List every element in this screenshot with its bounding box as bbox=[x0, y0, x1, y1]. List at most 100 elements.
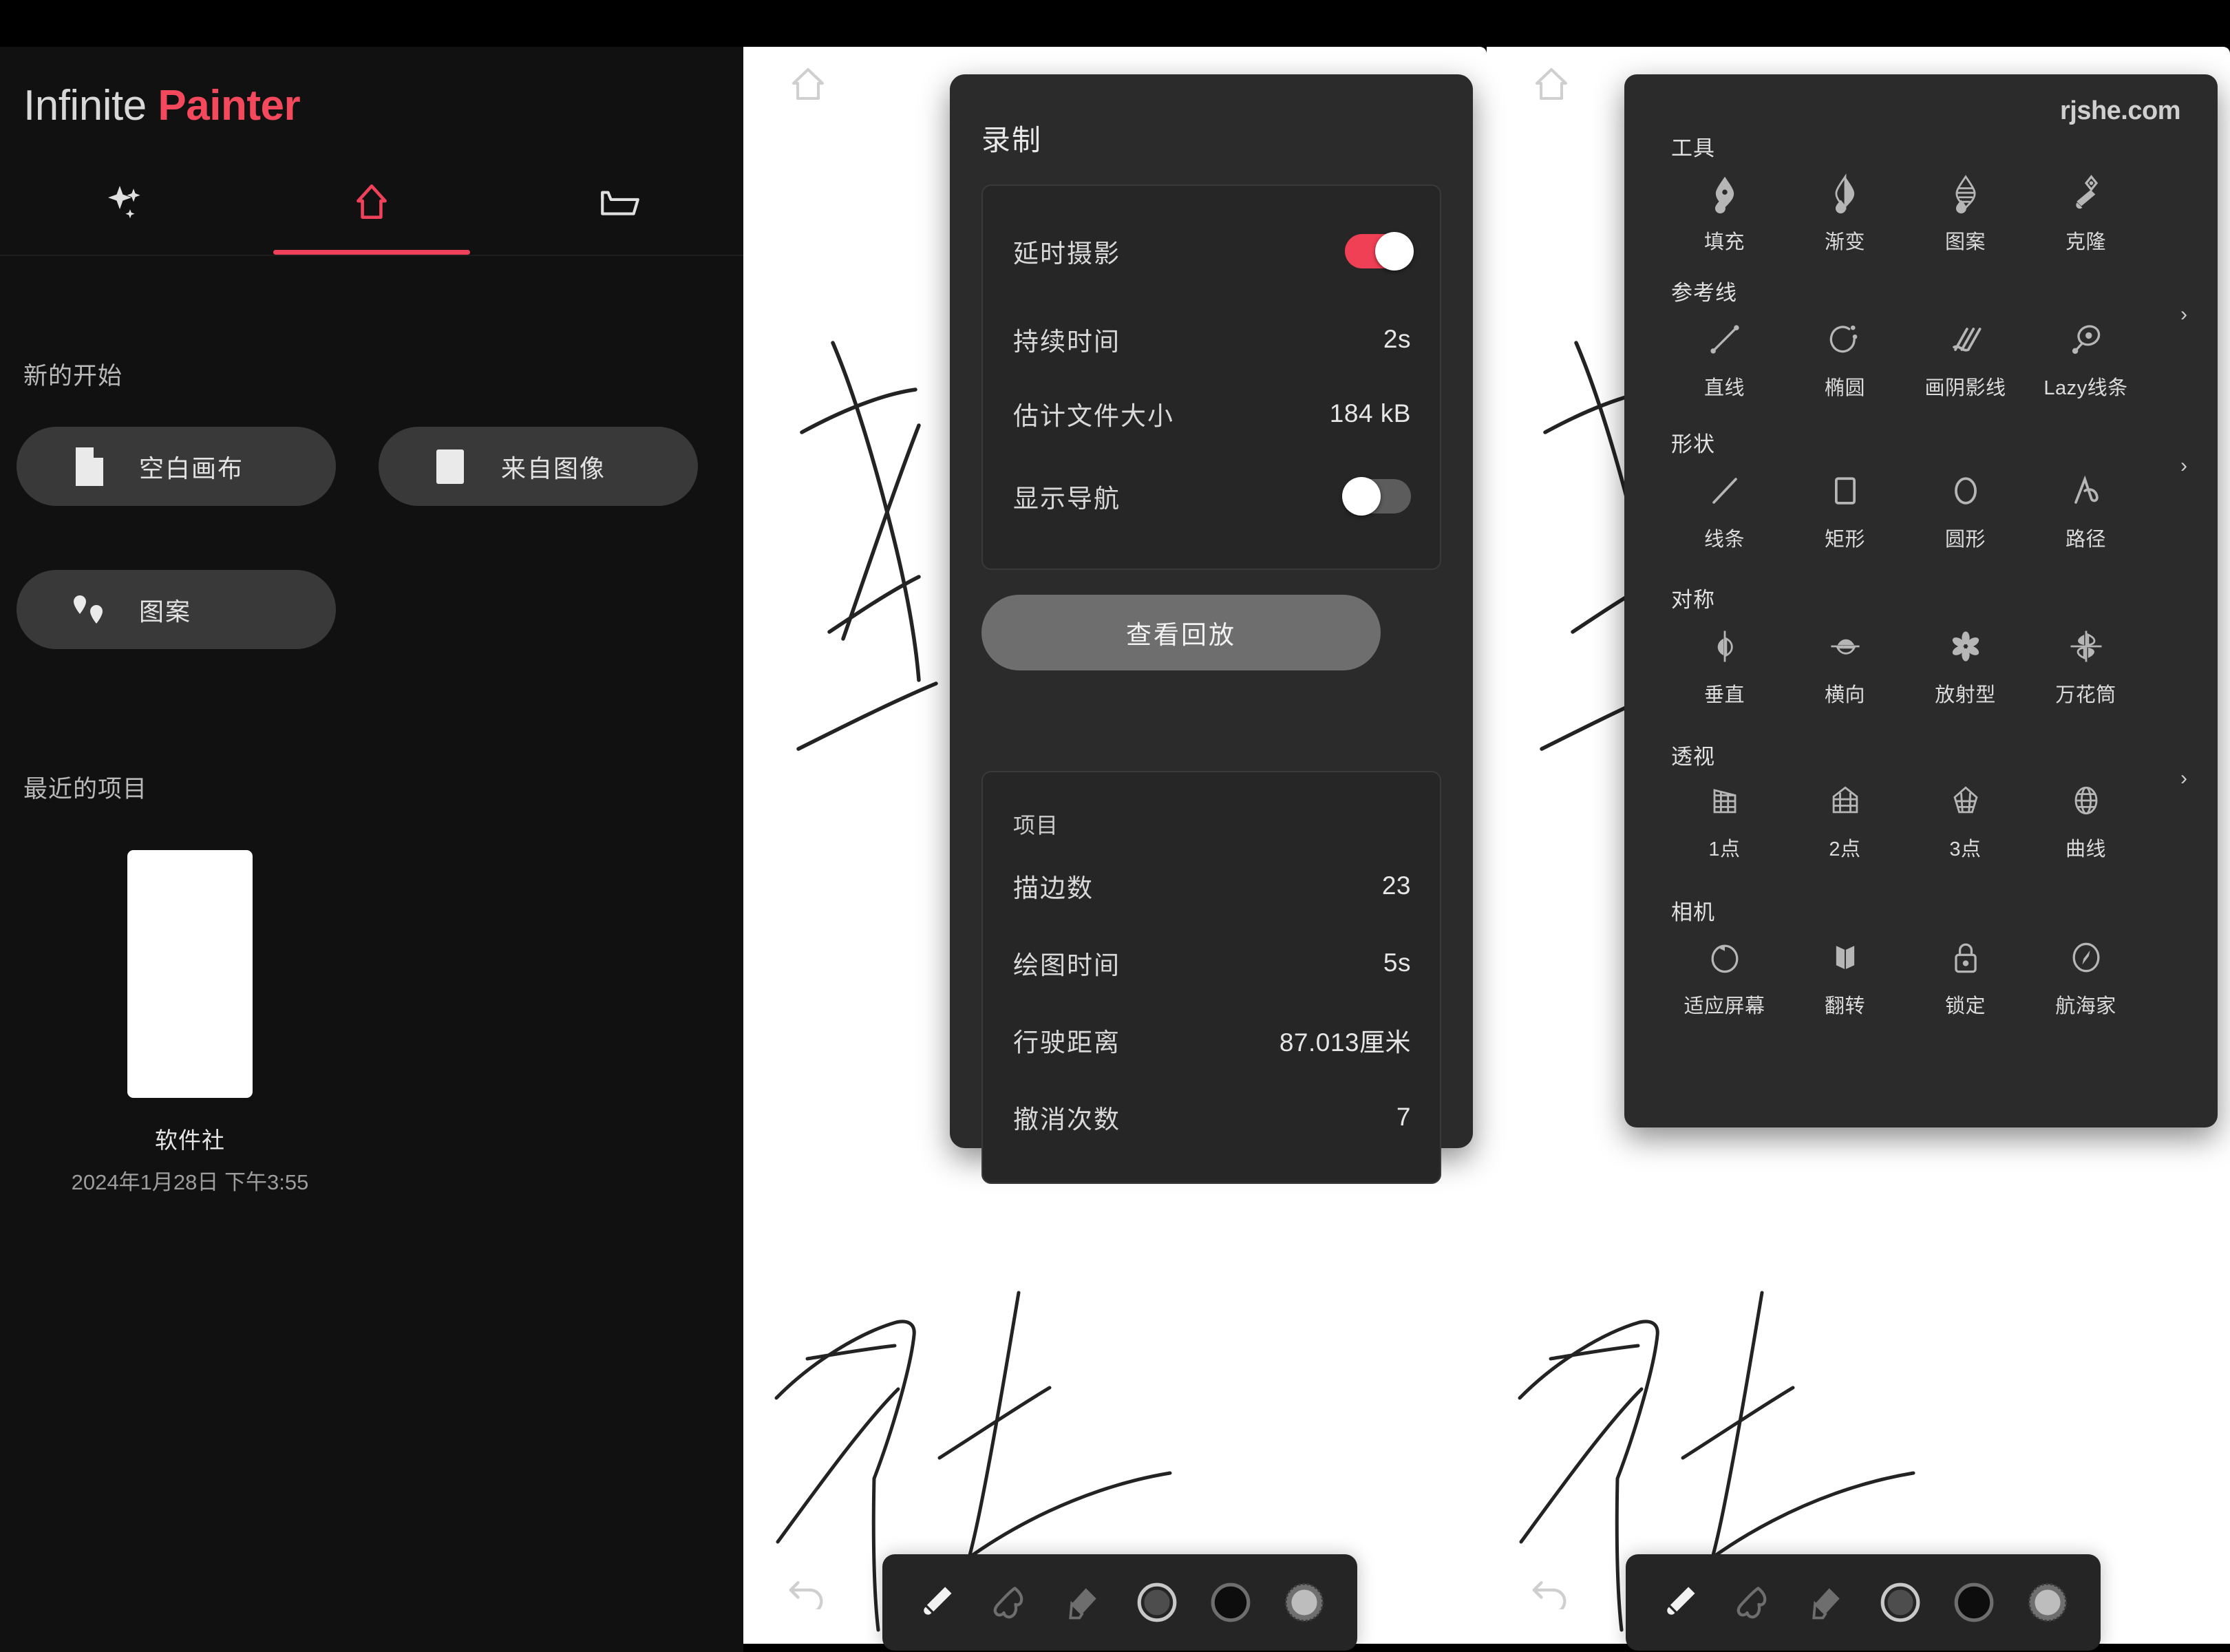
blank-canvas-button[interactable]: 空白画布 bbox=[17, 427, 336, 506]
toggle-knob bbox=[1375, 232, 1414, 271]
color-swatch-icon[interactable] bbox=[1937, 1554, 2010, 1651]
perspective-1pt[interactable]: 1点 bbox=[1664, 778, 1785, 862]
shape-path[interactable]: 路径 bbox=[2026, 468, 2146, 552]
chevron-right-icon[interactable]: › bbox=[2180, 454, 2187, 478]
tool-gradient[interactable]: 渐变 bbox=[1785, 171, 1905, 255]
undo-arrow-icon[interactable] bbox=[1529, 1567, 1572, 1609]
perspective-curve-icon bbox=[2063, 778, 2109, 823]
toggle-knob bbox=[1342, 477, 1381, 516]
symmetry-vertical[interactable]: 垂直 bbox=[1664, 624, 1785, 708]
tool-label: 圆形 bbox=[1944, 529, 1986, 551]
hatching-icon bbox=[1943, 317, 1988, 362]
lock-icon bbox=[1943, 935, 1988, 980]
home-outline-icon[interactable] bbox=[1529, 62, 1573, 106]
tool-clone[interactable]: 克隆 bbox=[2026, 171, 2146, 255]
perspective-3pt[interactable]: 3点 bbox=[1905, 778, 2026, 862]
timelapse-toggle[interactable] bbox=[1345, 232, 1414, 271]
chevron-right-icon[interactable]: › bbox=[2180, 303, 2187, 326]
symmetry-section-heading: 对称 bbox=[1671, 588, 1715, 612]
tab-discover[interactable] bbox=[0, 165, 248, 255]
pattern-button[interactable]: 图案 bbox=[17, 570, 336, 649]
project-stats-heading: 项目 bbox=[1013, 813, 1059, 838]
symmetry-horizontal[interactable]: 横向 bbox=[1785, 624, 1905, 708]
eraser-icon[interactable] bbox=[1046, 1554, 1120, 1651]
guides-section-grid: 直线 椭圆 画阴影线 Lazy线条 bbox=[1664, 317, 2146, 401]
timelapse-row[interactable]: 延时摄影 bbox=[1013, 232, 1414, 271]
canvas-topstrip-right bbox=[1487, 0, 2230, 47]
symmetry-section-grid: 垂直 横向 放射型 万花筒 bbox=[1664, 624, 2146, 708]
tool-label: 曲线 bbox=[2065, 838, 2106, 860]
shape-circle[interactable]: 圆形 bbox=[1905, 468, 2026, 552]
camera-flip[interactable]: 翻转 bbox=[1785, 935, 1905, 1019]
guide-ellipse[interactable]: 椭圆 bbox=[1785, 317, 1905, 401]
perspective-curve[interactable]: 曲线 bbox=[2026, 778, 2146, 862]
tool-pattern[interactable]: 图案 bbox=[1905, 171, 2026, 255]
tool-dock-left[interactable] bbox=[882, 1554, 1357, 1651]
brush-size-icon[interactable] bbox=[1120, 1554, 1193, 1651]
tool-label: 放射型 bbox=[1935, 684, 1996, 706]
project-thumbnail[interactable] bbox=[127, 850, 253, 1098]
home-tabs bbox=[0, 165, 743, 255]
guide-lazy-line[interactable]: Lazy线条 bbox=[2026, 317, 2146, 401]
record-settings-card: 延时摄影 持续时间 2s 估计文件大小 184 kB 显示导航 bbox=[981, 184, 1441, 570]
timelapse-label: 延时摄影 bbox=[1013, 240, 1121, 268]
stat-value: 87.013厘米 bbox=[1279, 1028, 1411, 1057]
tab-home[interactable] bbox=[248, 165, 496, 255]
color-swatch-icon[interactable] bbox=[1193, 1554, 1267, 1651]
stat-row: 描边数 23 bbox=[1013, 867, 1411, 904]
perspective-2pt-icon bbox=[1823, 778, 1868, 823]
tool-fill[interactable]: 填充 bbox=[1664, 171, 1785, 255]
smudge-icon[interactable] bbox=[1716, 1554, 1790, 1651]
perspective-2pt[interactable]: 2点 bbox=[1785, 778, 1905, 862]
chevron-right-icon[interactable]: › bbox=[2180, 767, 2187, 790]
stat-value: 23 bbox=[1381, 871, 1411, 900]
show-nav-toggle[interactable] bbox=[1342, 477, 1411, 516]
project-date: 2024年1月28日 下午3:55 bbox=[71, 1170, 309, 1194]
guide-straight-line[interactable]: 直线 bbox=[1664, 317, 1785, 401]
opacity-checker-icon[interactable] bbox=[2010, 1554, 2084, 1651]
tool-label: 垂直 bbox=[1703, 684, 1745, 706]
duration-row[interactable]: 持续时间 2s bbox=[1013, 321, 1411, 358]
tool-dock-right[interactable] bbox=[1626, 1554, 2101, 1651]
camera-navigator[interactable]: 航海家 bbox=[2026, 935, 2146, 1019]
shape-line[interactable]: 线条 bbox=[1664, 468, 1785, 552]
from-image-label: 来自图像 bbox=[501, 454, 606, 483]
folder-icon bbox=[593, 176, 646, 229]
brush-icon[interactable] bbox=[1642, 1554, 1716, 1651]
show-nav-row[interactable]: 显示导航 bbox=[1013, 477, 1411, 516]
view-playback-button[interactable]: 查看回放 bbox=[981, 595, 1381, 670]
blank-canvas-icon bbox=[69, 447, 107, 486]
stat-value: 7 bbox=[1396, 1103, 1411, 1131]
tool-label: 横向 bbox=[1824, 684, 1865, 706]
home-divider bbox=[0, 255, 743, 256]
from-image-button[interactable]: 来自图像 bbox=[379, 427, 698, 506]
tool-label: 直线 bbox=[1703, 377, 1745, 399]
symmetry-kaleidoscope[interactable]: 万花筒 bbox=[2026, 624, 2146, 708]
pattern-nib-icon bbox=[1943, 171, 1988, 216]
symmetry-radial[interactable]: 放射型 bbox=[1905, 624, 2026, 708]
shapes-section-heading: 形状 bbox=[1671, 432, 1715, 456]
tab-files[interactable] bbox=[496, 165, 743, 255]
guide-hatching[interactable]: 画阴影线 bbox=[1905, 317, 2026, 401]
tab-active-underline bbox=[273, 250, 470, 255]
eraser-icon[interactable] bbox=[1790, 1554, 1863, 1651]
tool-label: 椭圆 bbox=[1824, 377, 1865, 399]
smudge-icon[interactable] bbox=[973, 1554, 1046, 1651]
undo-arrow-icon[interactable] bbox=[786, 1567, 829, 1609]
rectangle-icon bbox=[1823, 468, 1868, 513]
perspective-1pt-icon bbox=[1702, 778, 1748, 823]
tool-label: 图案 bbox=[1944, 231, 1986, 253]
camera-lock[interactable]: 锁定 bbox=[1905, 935, 2026, 1019]
camera-fit-screen[interactable]: 适应屏幕 bbox=[1664, 935, 1785, 1019]
filesize-row: 估计文件大小 184 kB bbox=[1013, 395, 1411, 432]
brush-size-icon[interactable] bbox=[1863, 1554, 1937, 1651]
blank-canvas-label: 空白画布 bbox=[139, 454, 244, 483]
ellipse-guide-icon bbox=[1823, 317, 1868, 362]
opacity-checker-icon[interactable] bbox=[1267, 1554, 1341, 1651]
shape-rectangle[interactable]: 矩形 bbox=[1785, 468, 1905, 552]
recent-projects-heading: 最近的项目 bbox=[23, 776, 148, 803]
tools-section-grid: 填充 渐变 图案 克隆 bbox=[1664, 171, 2146, 255]
symmetry-horizontal-icon bbox=[1823, 624, 1868, 669]
home-outline-icon[interactable] bbox=[786, 62, 830, 106]
brush-icon[interactable] bbox=[899, 1554, 973, 1651]
